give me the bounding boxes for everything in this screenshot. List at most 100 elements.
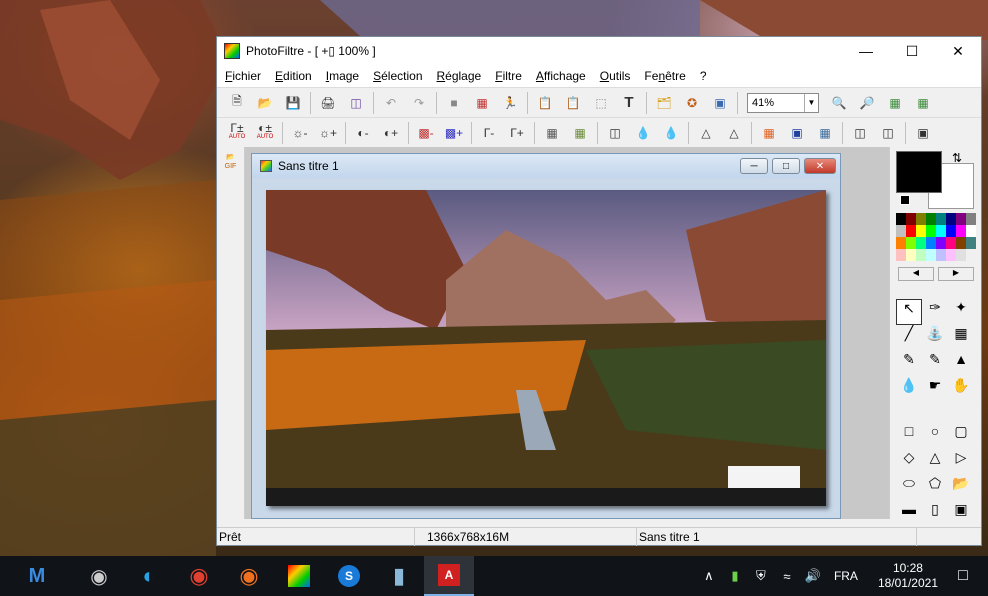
selection-icon[interactable]: ⬚ — [590, 92, 612, 114]
gif-export-icon[interactable]: 📂 GIF — [221, 153, 241, 173]
menu-selection[interactable]: Sélection — [369, 69, 426, 83]
zoom-in-icon[interactable]: 🔍 — [828, 92, 850, 114]
resize-icon[interactable]: ▣ — [912, 122, 934, 144]
redo-icon[interactable]: ↷ — [408, 92, 430, 114]
triangle-shape-icon[interactable]: △ — [922, 449, 948, 475]
frame-icon[interactable]: ▦ — [814, 122, 836, 144]
palette-right-arrow[interactable]: ▶ — [938, 267, 974, 281]
volume-icon[interactable]: 🔊 — [802, 568, 824, 584]
rainbow-icon[interactable]: ▦ — [758, 122, 780, 144]
window-icon[interactable]: ▣ — [709, 92, 731, 114]
spray-tool-icon[interactable]: ▦ — [948, 325, 974, 351]
flip-vertical-icon[interactable]: ◫ — [877, 122, 899, 144]
chevron-up-icon[interactable]: ∧ — [698, 568, 720, 584]
shield-icon[interactable]: ⛨ — [750, 568, 772, 584]
run-icon[interactable]: 🏃 — [499, 92, 521, 114]
flip-horizontal-icon[interactable]: ◫ — [849, 122, 871, 144]
fit-window-icon[interactable]: ▦ — [884, 92, 906, 114]
selection-ratio-icon[interactable]: ▣ — [948, 501, 974, 527]
paste-image-icon[interactable]: 📋 — [562, 92, 584, 114]
close-button[interactable]: ✕ — [935, 37, 981, 65]
explorer-icon[interactable]: 🗂 — [653, 92, 675, 114]
menu-fichier[interactable]: Fichier — [221, 69, 265, 83]
photofiltre-taskbar-icon[interactable] — [274, 556, 324, 596]
texture-icon[interactable]: ▦ — [569, 122, 591, 144]
menu-fenetre[interactable]: Fenêtre — [640, 69, 689, 83]
full-screen-icon[interactable]: ▦ — [912, 92, 934, 114]
new-file-icon[interactable]: 🗎 — [226, 92, 248, 114]
contrast-plus-icon[interactable]: ◐+ — [380, 122, 402, 144]
brush-tool-icon[interactable]: ✎ — [896, 351, 922, 377]
cortana-icon[interactable]: ◉ — [74, 556, 124, 596]
mosaic-icon[interactable]: ▦ — [541, 122, 563, 144]
menu-outils[interactable]: Outils — [596, 69, 635, 83]
wifi-icon[interactable]: ≈ — [776, 569, 798, 584]
pointer-tool-icon[interactable]: ↖ — [896, 299, 922, 325]
battery-icon[interactable]: ▮ — [724, 568, 746, 584]
auto-contrast-button[interactable]: ◐± AUTO — [254, 122, 276, 144]
palette-icon[interactable]: ▦ — [471, 92, 493, 114]
contrast-minus-icon[interactable]: ◐- — [352, 122, 374, 144]
notepad-icon[interactable]: ▮ — [374, 556, 424, 596]
save-icon[interactable]: 💾 — [282, 92, 304, 114]
menu-reglage[interactable]: Réglage — [433, 69, 486, 83]
edge-icon[interactable]: ◐ — [124, 556, 174, 596]
ellipse-shape-icon[interactable]: ○ — [922, 423, 948, 449]
chevron-down-icon[interactable]: ▼ — [804, 93, 818, 112]
palette-left-arrow[interactable]: ◀ — [898, 267, 934, 281]
chrome-icon[interactable]: ◉ — [174, 556, 224, 596]
document-minimize-button[interactable]: ─ — [740, 158, 768, 174]
reset-colors-icon[interactable] — [900, 195, 910, 205]
menu-filtre[interactable]: Filtre — [491, 69, 526, 83]
open-folder-icon[interactable]: 📂 — [254, 92, 276, 114]
blur-icon[interactable]: 💧 — [632, 122, 654, 144]
play-shape-icon[interactable]: ▷ — [948, 449, 974, 475]
menu-image[interactable]: Image — [322, 69, 363, 83]
menu-edition[interactable]: Edition — [271, 69, 316, 83]
foreground-color-swatch[interactable] — [896, 151, 942, 193]
selection-option-1-icon[interactable]: ▬ — [896, 501, 922, 527]
malwarebytes-icon[interactable]: M — [0, 556, 74, 596]
text-icon[interactable]: T — [618, 92, 640, 114]
blur-tool-icon[interactable]: 💧 — [896, 377, 922, 403]
maximize-button[interactable]: ☐ — [889, 37, 935, 65]
monitor-icon[interactable]: ▣ — [786, 122, 808, 144]
polygon-shape-icon[interactable]: ⬠ — [922, 475, 948, 501]
triangle-sharpen-icon[interactable]: △ — [695, 122, 717, 144]
menu-affichage[interactable]: Affichage — [532, 69, 590, 83]
firefox-icon[interactable]: ◉ — [224, 556, 274, 596]
rounded-rect-shape-icon[interactable]: ▢ — [948, 423, 974, 449]
color-palette[interactable] — [896, 213, 976, 261]
clock[interactable]: 10:28 18/01/2021 — [878, 561, 938, 591]
fill-tool-icon[interactable]: ⛲ — [922, 325, 948, 351]
brightness-minus-icon[interactable]: ☼- — [289, 122, 311, 144]
document-maximize-button[interactable]: □ — [772, 158, 800, 174]
document-title-bar[interactable]: Sans titre 1 ─ □ ✕ — [252, 154, 840, 178]
title-bar[interactable]: PhotoFiltre - [ +▯ 100% ] — ☐ ✕ — [217, 37, 981, 65]
copy-image-icon[interactable]: 📋 — [534, 92, 556, 114]
image-canvas[interactable] — [266, 190, 826, 506]
diamond-shape-icon[interactable]: ◇ — [896, 449, 922, 475]
smudge-tool-icon[interactable]: ☛ — [922, 377, 948, 403]
undo-icon[interactable]: ↶ — [380, 92, 402, 114]
document-close-button[interactable]: ✕ — [804, 158, 836, 174]
auto-levels-button[interactable]: Γ± AUTO — [226, 122, 248, 144]
stamp-tool-icon[interactable]: ▲ — [948, 351, 974, 377]
zoom-out-icon[interactable]: 🔎 — [856, 92, 878, 114]
gamma-minus-icon[interactable]: Γ- — [478, 122, 500, 144]
menu-help[interactable]: ? — [696, 69, 711, 83]
magic-wand-tool-icon[interactable]: ✦ — [948, 299, 974, 325]
eyedropper-tool-icon[interactable]: ✑ — [922, 299, 948, 325]
plugins-icon[interactable]: ✪ — [681, 92, 703, 114]
brightness-plus-icon[interactable]: ☼+ — [317, 122, 339, 144]
minimize-button[interactable]: — — [843, 37, 889, 65]
zoom-select[interactable]: 41% ▼ — [747, 92, 819, 113]
triangle-soften-icon[interactable]: △ — [723, 122, 745, 144]
open-shape-icon[interactable]: 📂 — [948, 475, 974, 501]
skype-icon[interactable]: S — [324, 556, 374, 596]
advanced-brush-tool-icon[interactable]: ✎ — [922, 351, 948, 377]
gamma-plus-icon[interactable]: Γ+ — [506, 122, 528, 144]
hand-tool-icon[interactable]: ✋ — [948, 377, 974, 403]
saturation-plus-icon[interactable]: ▩+ — [443, 122, 465, 144]
scan-icon[interactable]: ◫ — [345, 92, 367, 114]
